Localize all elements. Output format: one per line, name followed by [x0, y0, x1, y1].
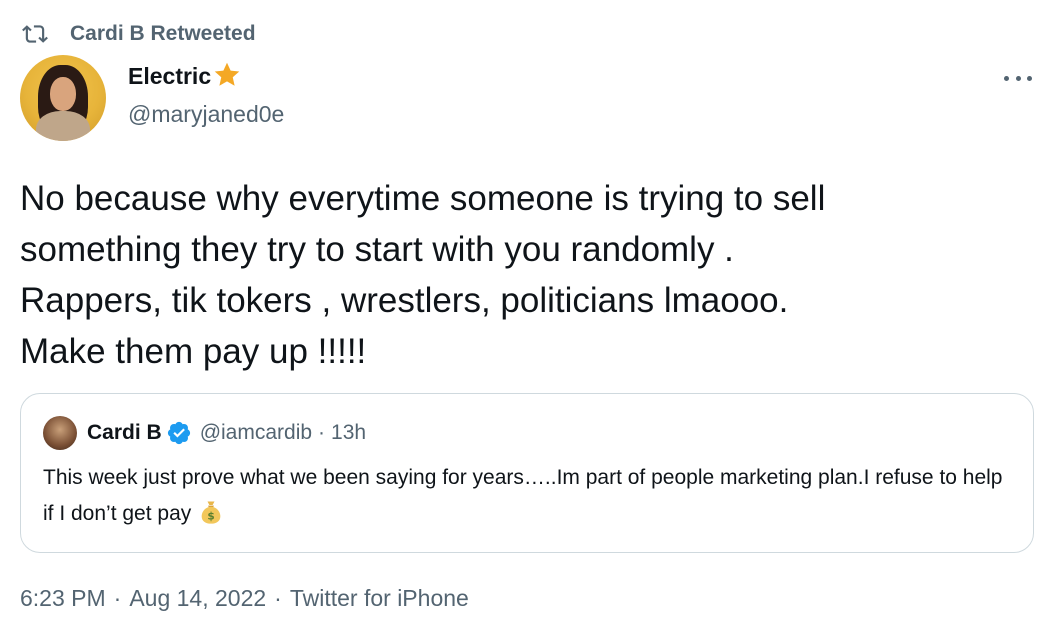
- tweet-time[interactable]: 6:23 PM: [20, 585, 106, 612]
- more-options-button[interactable]: [1000, 64, 1036, 92]
- more-dot-icon: [1027, 75, 1032, 81]
- quoted-separator: ·: [318, 421, 326, 444]
- tweet-source[interactable]: Twitter for iPhone: [290, 585, 469, 612]
- meta-separator: ·: [113, 585, 122, 611]
- quoted-author-avatar[interactable]: [43, 416, 77, 450]
- tweet-text: No because why everytime someone is tryi…: [20, 179, 826, 371]
- quoted-timestamp[interactable]: 13h: [331, 421, 366, 445]
- quoted-author-handle[interactable]: @iamcardib: [200, 421, 312, 445]
- retweet-icon: [22, 21, 48, 47]
- quoted-tweet-card[interactable]: Cardi B @iamcardib · 13h This week just …: [20, 393, 1034, 553]
- quoted-tweet-text-content: This week just prove what we been saying…: [43, 466, 1003, 525]
- svg-text:$: $: [208, 511, 215, 523]
- quoted-tweet-header: Cardi B @iamcardib · 13h: [43, 416, 366, 450]
- meta-separator: ·: [274, 585, 282, 611]
- author-name-row[interactable]: Electric: [128, 62, 242, 90]
- tweet-metadata: 6:23 PM · Aug 14, 2022 · Twitter for iPh…: [20, 585, 469, 612]
- verified-icon: [166, 420, 192, 446]
- more-dot-icon: [1004, 75, 1009, 81]
- retweet-context[interactable]: Cardi B Retweeted: [22, 20, 256, 48]
- retweet-label: Cardi B Retweeted: [70, 22, 256, 45]
- quoted-author-name[interactable]: Cardi B: [87, 421, 162, 445]
- author-avatar[interactable]: [20, 55, 106, 141]
- quoted-tweet-text: This week just prove what we been saying…: [43, 460, 1003, 532]
- tweet-date[interactable]: Aug 14, 2022: [129, 585, 266, 612]
- money-bag-icon: $: [197, 498, 225, 526]
- star-icon: [212, 60, 242, 90]
- author-name[interactable]: Electric: [128, 63, 211, 90]
- more-dot-icon: [1015, 75, 1021, 81]
- author-handle[interactable]: @maryjaned0e: [128, 101, 284, 128]
